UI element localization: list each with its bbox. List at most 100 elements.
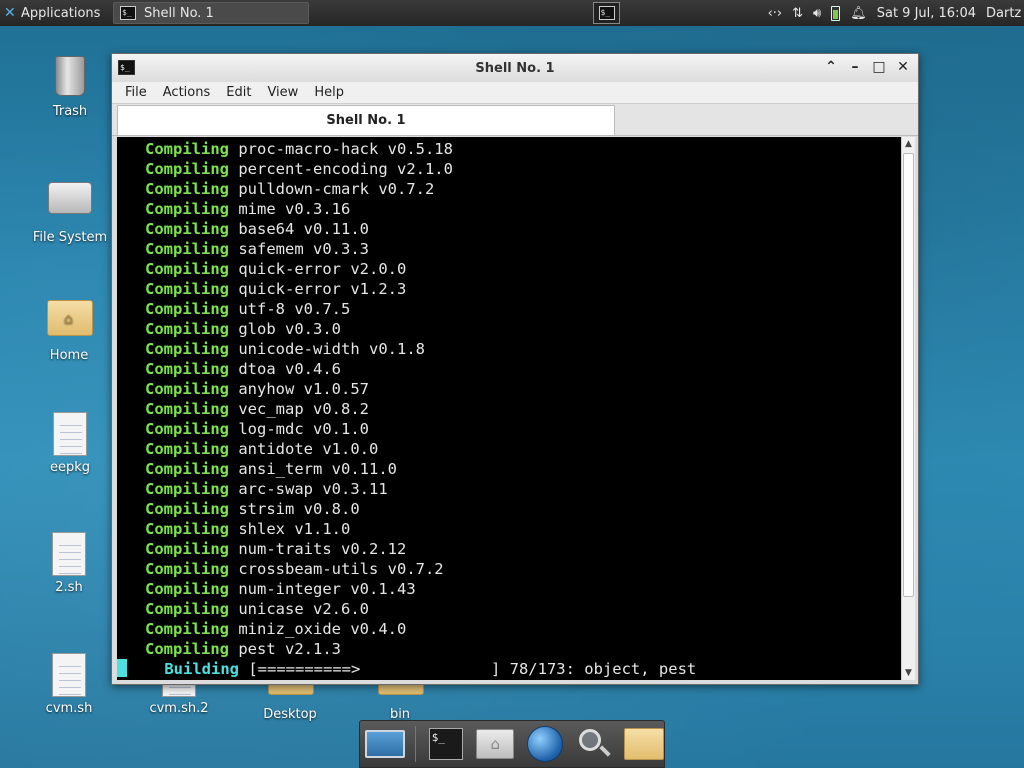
compile-status: Compiling xyxy=(145,260,229,278)
applications-menu-button[interactable]: ✕ Applications xyxy=(0,0,109,26)
xfce-logo-icon: ✕ xyxy=(4,5,16,21)
dock-folder[interactable] xyxy=(623,724,664,764)
terminal-line: Compiling miniz_oxide v0.4.0 xyxy=(117,619,901,639)
workspace-switcher[interactable]: $_ xyxy=(593,2,620,24)
crate-name: mime v0.3.16 xyxy=(238,200,351,218)
web-browser-icon xyxy=(526,726,563,762)
terminal-line: Compiling mime v0.3.16 xyxy=(117,199,901,219)
terminal-line: Compiling unicode-width v0.1.8 xyxy=(117,339,901,359)
building-status: Building xyxy=(164,660,239,678)
transfer-icon[interactable]: ⇅ xyxy=(792,6,803,21)
minimize-icon[interactable]: – xyxy=(846,58,864,76)
menu-actions[interactable]: Actions xyxy=(156,85,218,100)
compile-status: Compiling xyxy=(145,620,229,638)
window-title: Shell No. 1 xyxy=(475,60,555,76)
dock-show-desktop[interactable] xyxy=(365,724,405,764)
tab-bar: Shell No. 1 xyxy=(112,104,918,136)
crate-name: quick-error v2.0.0 xyxy=(238,260,407,278)
crate-name: percent-encoding v2.1.0 xyxy=(238,160,453,178)
desktop-icon-label: Desktop xyxy=(263,707,317,722)
dock-home[interactable]: ⌂ xyxy=(475,724,515,764)
crate-name: num-integer v0.1.43 xyxy=(238,580,416,598)
desktop-icon-label: File System xyxy=(32,230,108,245)
terminal-line: Compiling base64 v0.11.0 xyxy=(117,219,901,239)
crate-name: num-traits v0.2.12 xyxy=(238,540,407,558)
compile-status: Compiling xyxy=(145,180,229,198)
compile-status: Compiling xyxy=(145,140,229,158)
clock[interactable]: Sat 9 Jul, 16:04 xyxy=(877,6,976,21)
scrollbar[interactable]: ▲ ▼ xyxy=(901,137,915,680)
trash-icon xyxy=(55,56,85,96)
battery-icon[interactable] xyxy=(831,5,841,21)
home-folder-icon: ⌂ xyxy=(47,300,93,336)
dock-terminal[interactable]: $_ xyxy=(426,724,466,764)
desktop-icon-label: cvm.sh.2 xyxy=(149,701,209,716)
shade-icon[interactable]: ⌃ xyxy=(822,58,840,76)
maximize-icon[interactable]: □ xyxy=(870,58,888,76)
menu-help[interactable]: Help xyxy=(307,85,351,100)
crate-name: unicode-width v0.1.8 xyxy=(238,340,425,358)
terminal-line: Compiling ansi_term v0.11.0 xyxy=(117,459,901,479)
terminal-line: Compiling crossbeam-utils v0.7.2 xyxy=(117,559,901,579)
close-icon[interactable]: ✕ xyxy=(894,58,912,76)
menu-view[interactable]: View xyxy=(260,85,305,100)
notification-bell-icon[interactable]: 🔔︎ xyxy=(850,6,867,21)
network-arrows-icon[interactable]: ‹·› xyxy=(768,6,783,21)
scroll-down-icon[interactable]: ▼ xyxy=(902,666,915,680)
terminal-output[interactable]: Compiling proc-macro-hack v0.5.18 Compil… xyxy=(117,137,901,680)
volume-icon[interactable]: 🔊︎ xyxy=(813,6,821,21)
crate-name: glob v0.3.0 xyxy=(238,320,341,338)
document-icon xyxy=(53,412,87,456)
scrollbar-thumb[interactable] xyxy=(903,153,914,597)
desktop-icon-file-system[interactable]: File System xyxy=(30,174,110,245)
user-menu[interactable]: Dartz xyxy=(986,6,1022,21)
window-titlebar[interactable]: $_ Shell No. 1 ⌃ – □ ✕ xyxy=(112,54,918,82)
terminal-icon: $_ xyxy=(428,728,463,760)
terminal-line: Compiling shlex v1.1.0 xyxy=(117,519,901,539)
terminal-line: Compiling proc-macro-hack v0.5.18 xyxy=(117,139,901,159)
crate-name: utf-8 v0.7.5 xyxy=(238,300,351,318)
desktop-icon-home[interactable]: ⌂ Home xyxy=(29,294,109,363)
crate-name: miniz_oxide v0.4.0 xyxy=(238,620,407,638)
desktop-icon-cvm-sh[interactable]: cvm.sh xyxy=(29,653,109,716)
compile-status: Compiling xyxy=(145,320,229,338)
taskbar-label: Shell No. 1 xyxy=(144,5,214,21)
compile-status: Compiling xyxy=(145,480,229,498)
tab-shell-no-1[interactable]: Shell No. 1 xyxy=(117,105,615,135)
document-icon xyxy=(52,532,86,576)
menu-edit[interactable]: Edit xyxy=(219,85,258,100)
compile-status: Compiling xyxy=(145,200,229,218)
dock-separator xyxy=(415,726,416,762)
compile-status: Compiling xyxy=(145,540,229,558)
taskbar-button-shell[interactable]: $_ Shell No. 1 xyxy=(113,2,309,24)
compile-status: Compiling xyxy=(145,340,229,358)
crate-name: log-mdc v0.1.0 xyxy=(238,420,369,438)
compile-status: Compiling xyxy=(145,240,229,258)
terminal-icon[interactable]: $_ xyxy=(118,60,135,75)
compile-status: Compiling xyxy=(145,400,229,418)
terminal-line: Compiling percent-encoding v2.1.0 xyxy=(117,159,901,179)
terminal-line: Compiling num-traits v0.2.12 xyxy=(117,539,901,559)
crate-name: shlex v1.1.0 xyxy=(238,520,351,538)
scroll-up-icon[interactable]: ▲ xyxy=(902,137,915,151)
terminal-line: Compiling pest v2.1.3 xyxy=(117,639,901,659)
window-controls: ⌃ – □ ✕ xyxy=(822,58,912,76)
desktop-icon-eepkg[interactable]: eepkg xyxy=(30,412,110,475)
terminal-line: Compiling pulldown-cmark v0.7.2 xyxy=(117,179,901,199)
desktop-icon-trash[interactable]: Trash xyxy=(30,54,110,119)
desktop-icon-label: 2.sh xyxy=(55,580,83,595)
terminal-line: Compiling unicase v2.6.0 xyxy=(117,599,901,619)
crate-name: vec_map v0.8.2 xyxy=(238,400,369,418)
dock-web-browser[interactable] xyxy=(525,724,565,764)
crate-name: pulldown-cmark v0.7.2 xyxy=(238,180,435,198)
desktop-icon-2sh[interactable]: 2.sh xyxy=(29,532,109,595)
compile-status: Compiling xyxy=(145,600,229,618)
crate-name: strsim v0.8.0 xyxy=(238,500,360,518)
menubar: File Actions Edit View Help xyxy=(112,82,918,104)
terminal-window: $_ Shell No. 1 ⌃ – □ ✕ File Actions Edit… xyxy=(111,53,919,685)
system-tray: ‹·› ⇅ 🔊︎ 🔔︎ Sat 9 Jul, 16:04 Dartz xyxy=(768,0,1024,26)
compile-status: Compiling xyxy=(145,580,229,598)
menu-file[interactable]: File xyxy=(118,85,154,100)
dock-search[interactable] xyxy=(574,724,614,764)
document-icon xyxy=(52,653,86,697)
